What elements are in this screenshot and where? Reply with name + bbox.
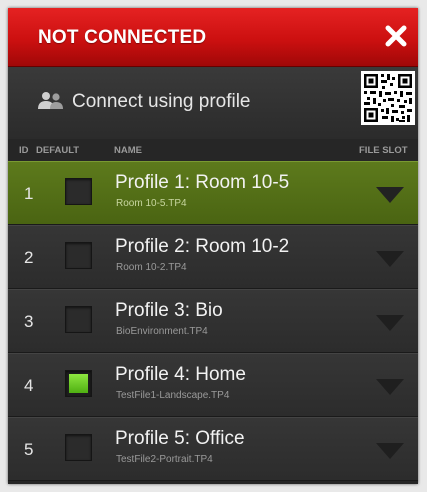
column-header-file-slot: FILE SLOT: [359, 145, 408, 156]
default-checkbox-checked[interactable]: [65, 370, 92, 397]
profile-row-1[interactable]: 1 Profile 1: Room 10-5 Room 10-5.TP4: [8, 161, 418, 225]
default-checkbox[interactable]: [65, 178, 92, 205]
file-slot-dropdown-icon[interactable]: [375, 250, 405, 268]
profile-name: Profile 2: Room 10-2: [115, 236, 290, 257]
profile-id: 2: [24, 248, 34, 267]
column-headers: ID DEFAULT NAME FILE SLOT: [8, 139, 418, 161]
column-header-default: DEFAULT: [36, 145, 80, 156]
users-icon: [38, 92, 63, 109]
checkbox-checked-indicator: [69, 374, 88, 393]
connect-using-profile-label: Connect using profile: [72, 91, 251, 112]
connect-using-profile-bar: Connect using profile: [8, 67, 418, 140]
profile-row-5[interactable]: 5 Profile 5: Office TestFile2-Portrait.T…: [8, 417, 418, 481]
connection-dialog: NOT CONNECTED Connect using profile ID D…: [8, 8, 418, 484]
column-header-id: ID: [19, 145, 29, 156]
file-slot-dropdown-icon[interactable]: [375, 186, 405, 204]
qr-code-icon[interactable]: [361, 71, 415, 125]
file-slot-dropdown-icon[interactable]: [375, 314, 405, 332]
title-bar: NOT CONNECTED: [8, 8, 418, 67]
default-checkbox[interactable]: [65, 306, 92, 333]
profile-file: Room 10-2.TP4: [116, 262, 187, 273]
profile-name: Profile 4: Home: [115, 364, 246, 385]
close-button[interactable]: [382, 22, 410, 50]
file-slot-dropdown-icon[interactable]: [375, 378, 405, 396]
profile-name: Profile 5: Office: [115, 428, 245, 449]
profile-file: BioEnvironment.TP4: [116, 326, 208, 337]
profile-row-2[interactable]: 2 Profile 2: Room 10-2 Room 10-2.TP4: [8, 225, 418, 289]
default-checkbox[interactable]: [65, 434, 92, 461]
default-checkbox[interactable]: [65, 242, 92, 269]
dialog-title: NOT CONNECTED: [38, 27, 207, 48]
profile-file: Room 10-5.TP4: [116, 198, 187, 209]
profile-id: 3: [24, 312, 34, 331]
column-header-name: NAME: [114, 145, 142, 156]
profile-row-3[interactable]: 3 Profile 3: Bio BioEnvironment.TP4: [8, 289, 418, 353]
profile-row-4[interactable]: 4 Profile 4: Home TestFile1-Landscape.TP…: [8, 353, 418, 417]
profile-name: Profile 1: Room 10-5: [115, 172, 290, 193]
profile-name: Profile 3: Bio: [115, 300, 223, 321]
file-slot-dropdown-icon[interactable]: [375, 442, 405, 460]
profile-id: 5: [24, 440, 34, 459]
close-icon: [385, 25, 407, 47]
profile-id: 1: [24, 184, 34, 203]
profile-file: TestFile1-Landscape.TP4: [116, 390, 230, 401]
profile-file: TestFile2-Portrait.TP4: [116, 454, 213, 465]
profile-id: 4: [24, 376, 34, 395]
